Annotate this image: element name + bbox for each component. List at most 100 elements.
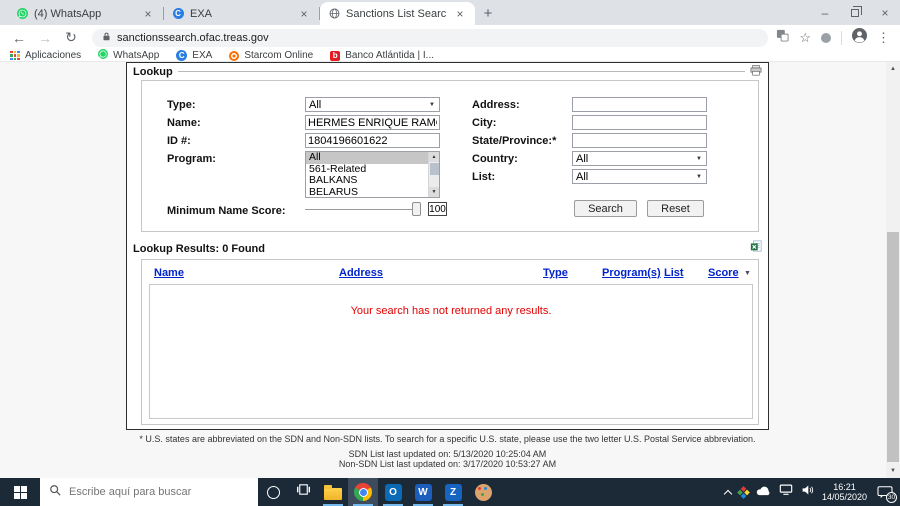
results-body: Your search has not returned any results… (149, 284, 753, 419)
list-label: List: (472, 171, 496, 183)
tray-pinwheel-icon[interactable] (737, 485, 750, 499)
id-input[interactable] (305, 133, 440, 148)
type-select[interactable]: All ▼ (305, 97, 440, 112)
state-input[interactable] (572, 133, 707, 148)
scrollbar-thumb[interactable] (430, 163, 439, 175)
blue-app-button[interactable]: Z (438, 478, 468, 506)
forward-button[interactable]: → (32, 30, 58, 46)
task-view-button[interactable] (288, 478, 318, 506)
no-results-message: Your search has not returned any results… (350, 305, 552, 317)
clock[interactable]: 16:21 14/05/2020 (822, 482, 867, 502)
slider-thumb[interactable] (412, 202, 421, 216)
notification-center-button[interactable]: 30 (875, 483, 897, 503)
program-option[interactable]: BELARUS (306, 186, 439, 197)
column-header-type[interactable]: Type (543, 267, 568, 279)
lookup-section-title: Lookup (133, 65, 173, 78)
file-explorer-button[interactable] (318, 478, 348, 506)
column-header-list[interactable]: List (664, 267, 684, 279)
scrollbar-thumb[interactable] (887, 232, 899, 462)
country-select[interactable]: All ▼ (572, 151, 707, 166)
min-score-value[interactable]: 100 (428, 202, 447, 216)
legend-divider (177, 71, 745, 72)
word-icon: W (414, 483, 432, 501)
chrome-button[interactable] (348, 478, 378, 506)
min-score-slider[interactable] (305, 201, 421, 217)
slider-track (305, 209, 421, 210)
tab-strip: (4) WhatsApp × C EXA × Sanctions List Se… (0, 0, 900, 25)
column-header-name[interactable]: Name (154, 267, 184, 279)
tab-sanctions-list-search[interactable]: Sanctions List Search × (320, 2, 475, 25)
reload-button[interactable]: ↻ (58, 29, 84, 46)
address-input[interactable] (572, 97, 707, 112)
paint-app-button[interactable] (468, 478, 498, 506)
outlook-icon: O (384, 483, 402, 501)
starcom-icon (229, 50, 240, 61)
close-window-button[interactable]: × (870, 0, 900, 25)
address-bar[interactable]: sanctionssearch.ofac.treas.gov (92, 28, 769, 47)
scroll-down-icon[interactable]: ▼ (429, 187, 439, 197)
program-scrollbar[interactable]: ▲ ▼ (428, 152, 439, 197)
tab-exa[interactable]: C EXA × (164, 2, 319, 25)
close-tab-icon[interactable]: × (297, 7, 311, 21)
scroll-up-icon[interactable]: ▲ (429, 152, 439, 162)
taskbar-search-input[interactable] (69, 486, 249, 498)
outlook-button[interactable]: O (378, 478, 408, 506)
search-icon (49, 483, 61, 501)
exa-icon: C (176, 50, 188, 61)
name-input[interactable] (305, 115, 440, 130)
notification-count-badge: 30 (886, 492, 897, 503)
menu-kebab-icon[interactable]: ⋮ (877, 30, 890, 46)
cortana-button[interactable] (258, 478, 288, 506)
bookmark-exa[interactable]: C EXA (176, 50, 212, 61)
search-button[interactable]: Search (574, 200, 637, 217)
non-sdn-updated-line: Non-SDN List last updated on: 3/17/2020 … (338, 458, 557, 469)
url-text: sanctionssearch.ofac.treas.gov (117, 31, 269, 44)
bookmark-starcom[interactable]: Starcom Online (229, 50, 313, 61)
chevron-down-icon: ▼ (429, 101, 435, 108)
tab-title: (4) WhatsApp (34, 7, 102, 20)
page-scrollbar[interactable]: ▲ ▼ (886, 62, 900, 478)
network-icon[interactable] (779, 483, 793, 501)
program-listbox[interactable]: All 561-Related BALKANS BELARUS ▲ ▼ (305, 151, 440, 198)
column-header-programs[interactable]: Program(s) (602, 267, 661, 279)
banco-icon: b (330, 50, 341, 61)
new-tab-button[interactable]: + (475, 2, 501, 25)
bookmark-apps[interactable]: Aplicaciones (10, 50, 81, 61)
tray-expand-icon[interactable] (723, 489, 733, 498)
sort-desc-icon[interactable]: ▼ (744, 270, 751, 277)
bookmark-star-icon[interactable]: ☆ (799, 30, 811, 46)
export-excel-icon[interactable] (750, 239, 762, 257)
back-button[interactable]: ← (6, 30, 32, 46)
word-button[interactable]: W (408, 478, 438, 506)
close-tab-icon[interactable]: × (141, 7, 155, 21)
browser-window: (4) WhatsApp × C EXA × Sanctions List Se… (0, 0, 900, 506)
program-option[interactable]: BALKANS (306, 174, 439, 187)
reset-button[interactable]: Reset (647, 200, 704, 217)
print-icon[interactable] (750, 63, 762, 81)
start-button[interactable] (0, 478, 40, 506)
program-option-selected[interactable]: All (306, 152, 439, 164)
system-tray: 16:21 14/05/2020 30 (723, 478, 900, 506)
list-select[interactable]: All ▼ (572, 169, 707, 184)
bookmark-label: Aplicaciones (25, 50, 82, 61)
scroll-up-icon[interactable]: ▲ (886, 62, 900, 76)
tab-whatsapp[interactable]: (4) WhatsApp × (8, 2, 163, 25)
translate-icon[interactable] (776, 29, 789, 47)
taskbar-search[interactable] (40, 478, 258, 506)
extension-icon[interactable] (821, 32, 831, 43)
program-label: Program: (167, 153, 216, 165)
column-header-score[interactable]: Score (708, 267, 739, 279)
close-tab-icon[interactable]: × (453, 7, 467, 21)
city-input[interactable] (572, 115, 707, 130)
volume-icon[interactable] (801, 483, 814, 501)
column-header-address[interactable]: Address (339, 267, 383, 279)
restore-button[interactable] (840, 0, 870, 25)
bookmark-whatsapp[interactable]: WhatsApp (98, 49, 159, 62)
whatsapp-icon (16, 8, 28, 20)
minimize-button[interactable]: – (810, 0, 840, 25)
scroll-down-icon[interactable]: ▼ (886, 464, 900, 478)
bookmark-banco[interactable]: b Banco Atlántida | I... (330, 50, 434, 61)
onedrive-cloud-icon[interactable] (756, 483, 771, 501)
profile-avatar[interactable] (852, 27, 867, 48)
toolbar-separator (841, 30, 842, 45)
